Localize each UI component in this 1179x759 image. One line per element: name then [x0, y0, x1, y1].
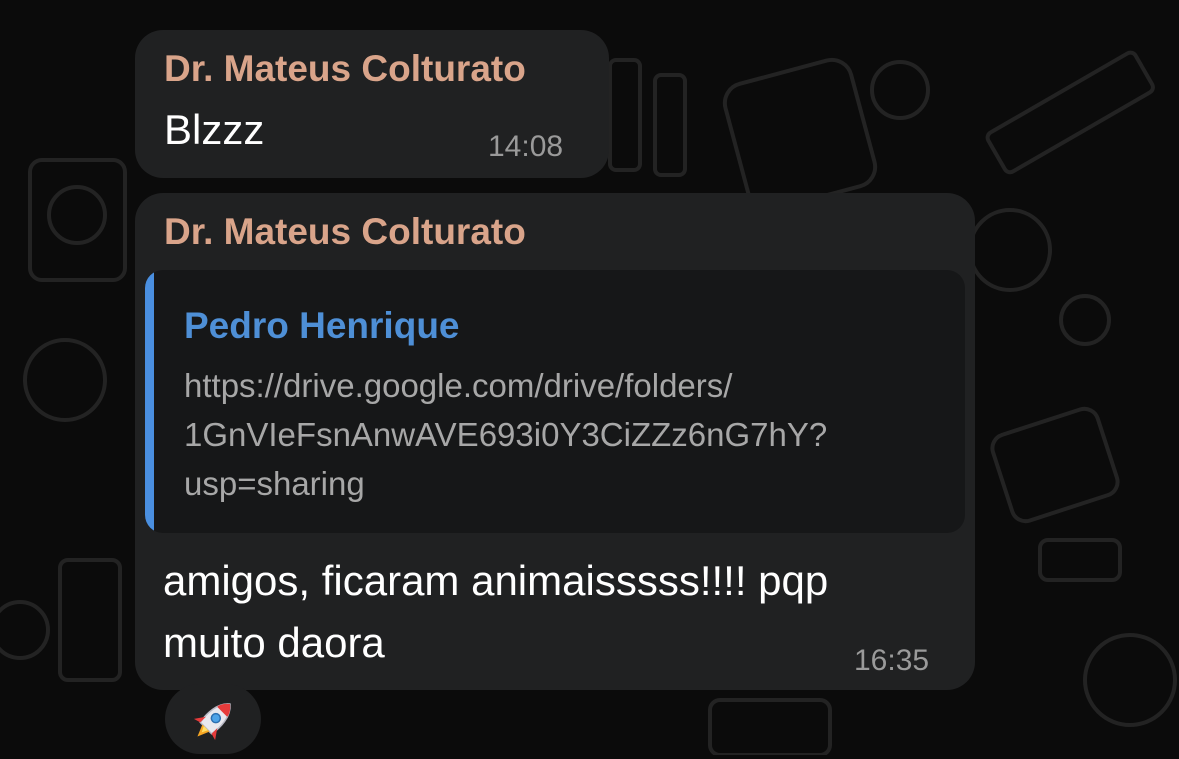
quote-accent-bar [145, 270, 154, 533]
rocket-emoji-icon [193, 703, 231, 741]
quote-text-line: https://drive.google.com/drive/folders/ [184, 367, 733, 404]
sender-name[interactable]: Dr. Mateus Colturato [164, 48, 526, 90]
message-text-line: amigos, ficaram animaisssss!!!! pqp [163, 557, 829, 604]
quote-author: Pedro Henrique [184, 305, 460, 346]
quote-text-line: usp=sharing [184, 465, 365, 502]
sender-name[interactable]: Dr. Mateus Colturato [164, 211, 526, 253]
message-bubble[interactable]: Dr. Mateus Colturato Blzzz 14:08 [135, 30, 609, 178]
message-timestamp: 14:08 [488, 130, 564, 163]
message-text: Blzzz [164, 106, 265, 153]
message-bubble[interactable]: Dr. Mateus Colturato Pedro Henrique http… [135, 193, 975, 690]
quote-text-line: 1GnVIeFsnAnwAVE693i0Y3CiZZz6nG7hY? [184, 416, 828, 453]
message-text-line: muito daora [163, 619, 385, 666]
quoted-message[interactable]: Pedro Henrique https://drive.google.com/… [145, 270, 965, 533]
reaction-badge[interactable] [165, 684, 261, 754]
message-timestamp: 16:35 [854, 644, 930, 677]
